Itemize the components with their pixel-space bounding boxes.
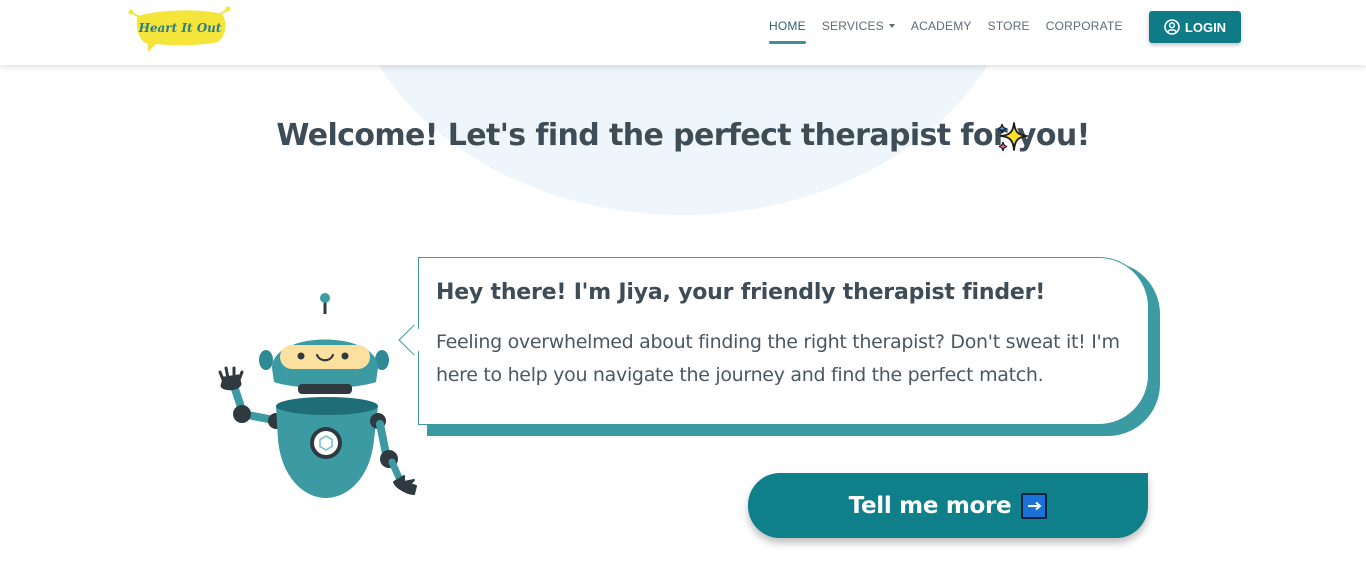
logo-text: Heart It Out [138,21,222,35]
speech-bubble-tail-cover [419,322,429,358]
nav-academy-label: ACADEMY [910,19,972,33]
header: Heart It Out HOME SERVICES ACADEMY STORE… [0,0,1366,65]
main-nav: HOME SERVICES ACADEMY STORE CORPORATE [769,19,1139,44]
cta-label: Tell me more [848,492,1012,519]
nav-services[interactable]: SERVICES [822,19,895,33]
login-button[interactable]: LOGIN [1149,11,1241,43]
nav-services-label: SERVICES [821,19,884,33]
user-icon [1164,19,1180,35]
nav-academy[interactable]: ACADEMY [911,19,972,33]
page-title: Welcome! Let's find the perfect therapis… [276,118,1090,153]
nav-home-label: HOME [769,19,806,33]
logo[interactable]: Heart It Out [128,4,232,54]
robot-mascot-icon [218,293,417,498]
nav-corporate[interactable]: CORPORATE [1046,19,1123,33]
nav-store-label: STORE [987,19,1030,33]
speech-bubble: Hey there! I'm Jiya, your friendly thera… [418,257,1149,425]
logo-speech-bubble-icon: Heart It Out [128,6,231,52]
bubble-heading: Hey there! I'm Jiya, your friendly thera… [436,280,1046,305]
arrow-right-glyph [1028,501,1042,510]
arrow-right-icon [1021,492,1048,519]
bubble-text: Feeling overwhelmed about finding the ri… [436,331,1120,386]
sparkles-icon [997,122,1028,152]
nav-store[interactable]: STORE [988,19,1030,33]
login-label: LOGIN [1184,19,1227,35]
nav-home[interactable]: HOME [769,19,806,44]
caret-down-icon [888,24,895,28]
tell-me-more-button[interactable]: Tell me more [748,473,1148,538]
page: Heart It Out HOME SERVICES ACADEMY STORE… [0,0,1366,565]
nav-corporate-label: CORPORATE [1045,19,1123,33]
